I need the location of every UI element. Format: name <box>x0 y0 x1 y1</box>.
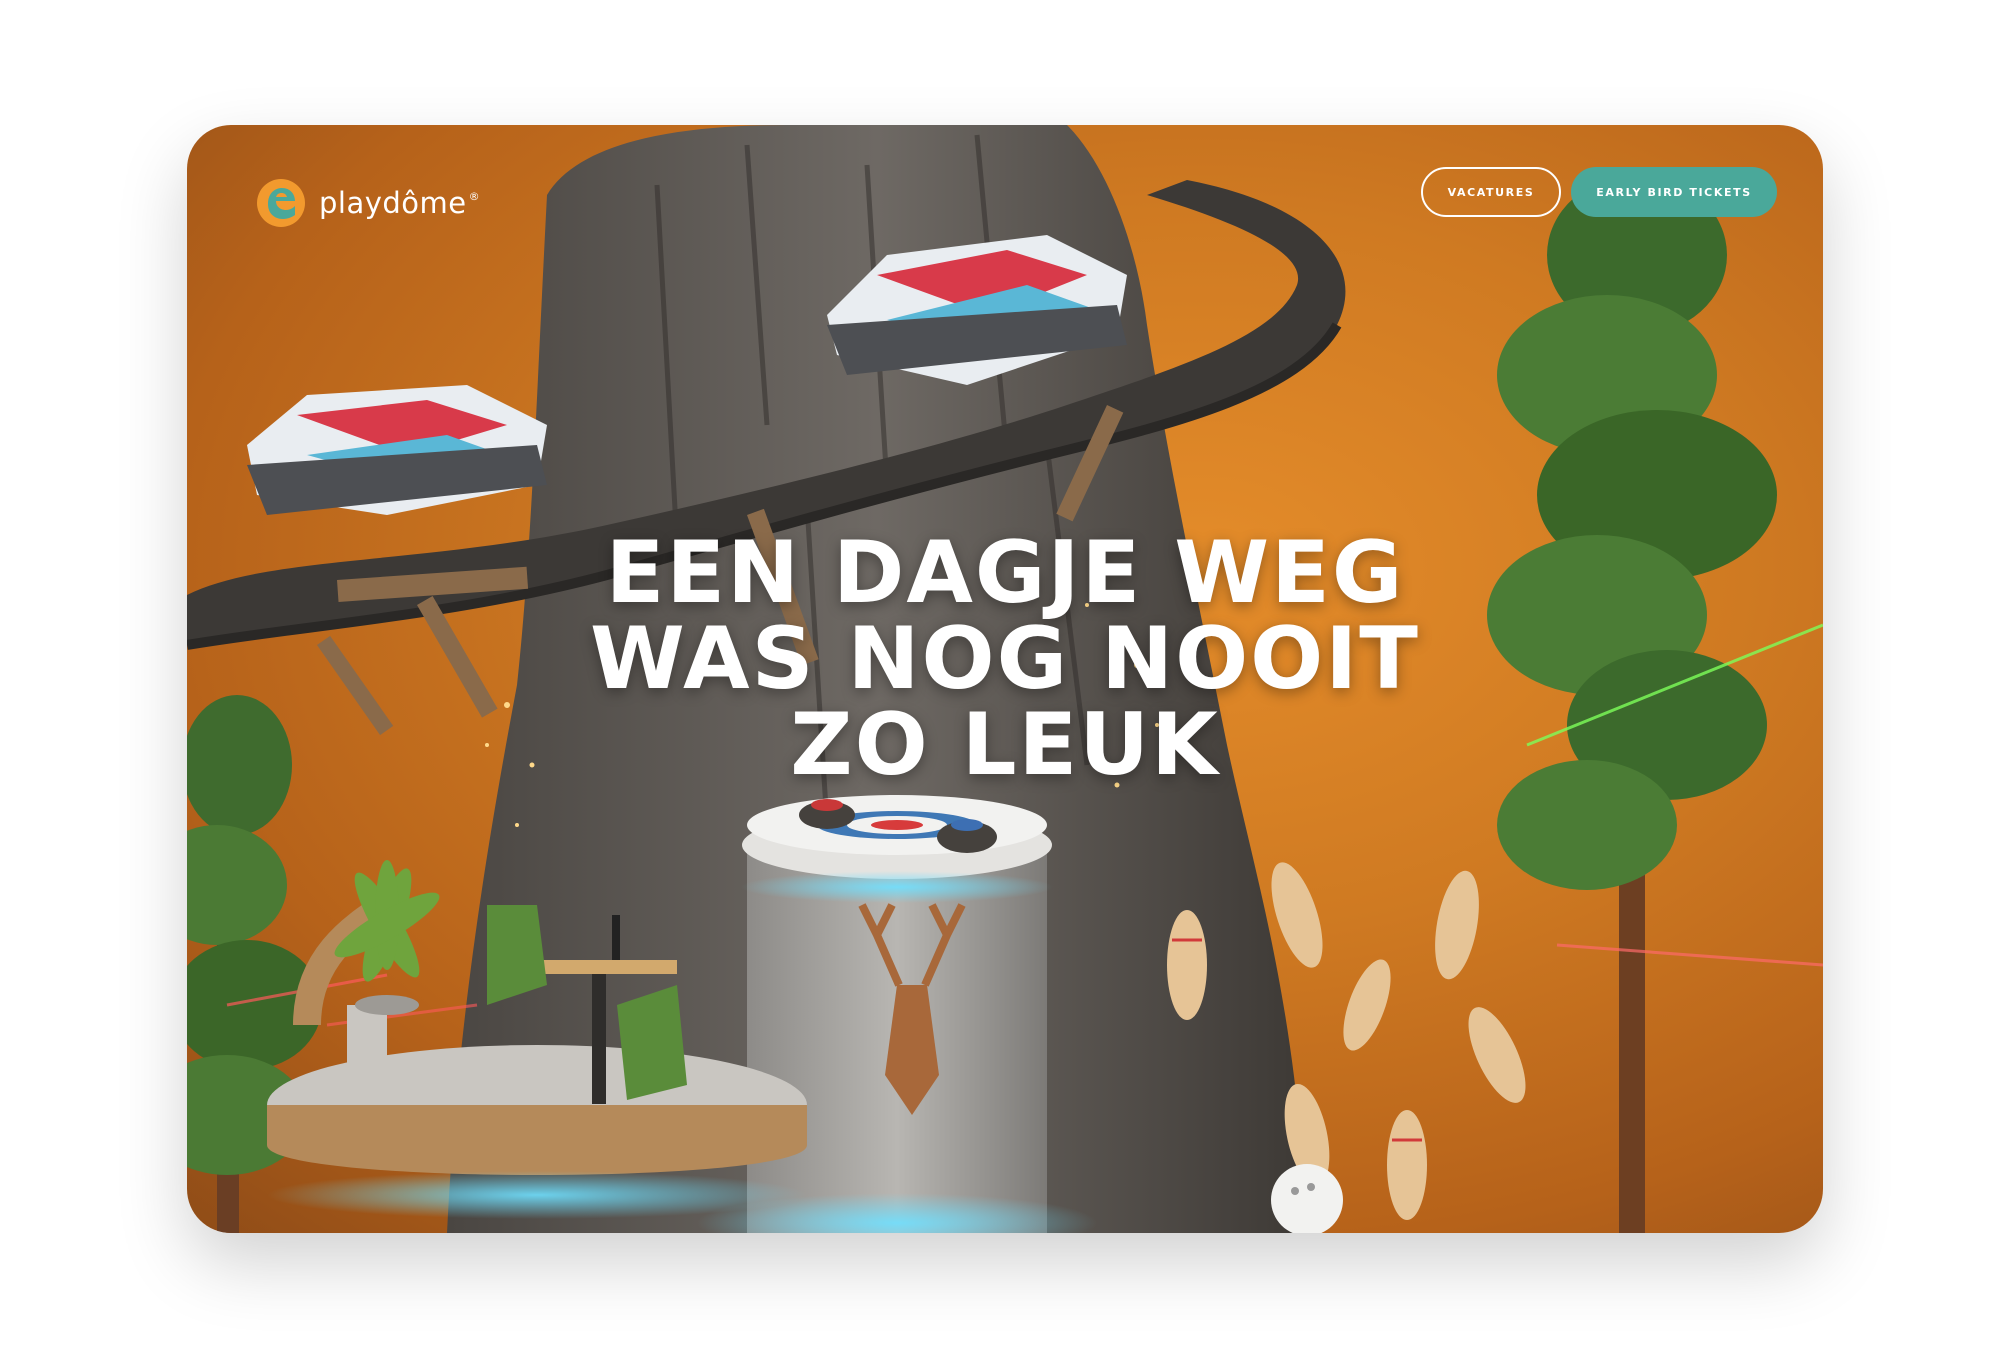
vacatures-button[interactable]: VACATURES <box>1421 167 1561 217</box>
hero-card: playdôme ® VACATURES EARLY BIRD TICKETS E… <box>187 125 1823 1233</box>
playdome-logo-icon <box>257 179 305 227</box>
early-bird-tickets-button[interactable]: EARLY BIRD TICKETS <box>1571 167 1777 217</box>
top-nav: VACATURES EARLY BIRD TICKETS <box>1421 167 1777 217</box>
headline-line-1: EEN DAGJE WEG <box>605 523 1405 623</box>
headline-line-2: WAS NOG NOOIT <box>590 609 1420 709</box>
brand-name: playdôme ® <box>319 186 481 220</box>
bowling-ball <box>1271 1164 1343 1233</box>
registered-mark: ® <box>468 190 481 203</box>
hero-headline: EEN DAGJE WEG WAS NOG NOOIT ZO LEUK <box>187 530 1823 788</box>
brand-logo[interactable]: playdôme ® <box>255 177 480 229</box>
headline-line-3: ZO LEUK <box>790 695 1220 795</box>
go-kart-left <box>247 385 547 515</box>
